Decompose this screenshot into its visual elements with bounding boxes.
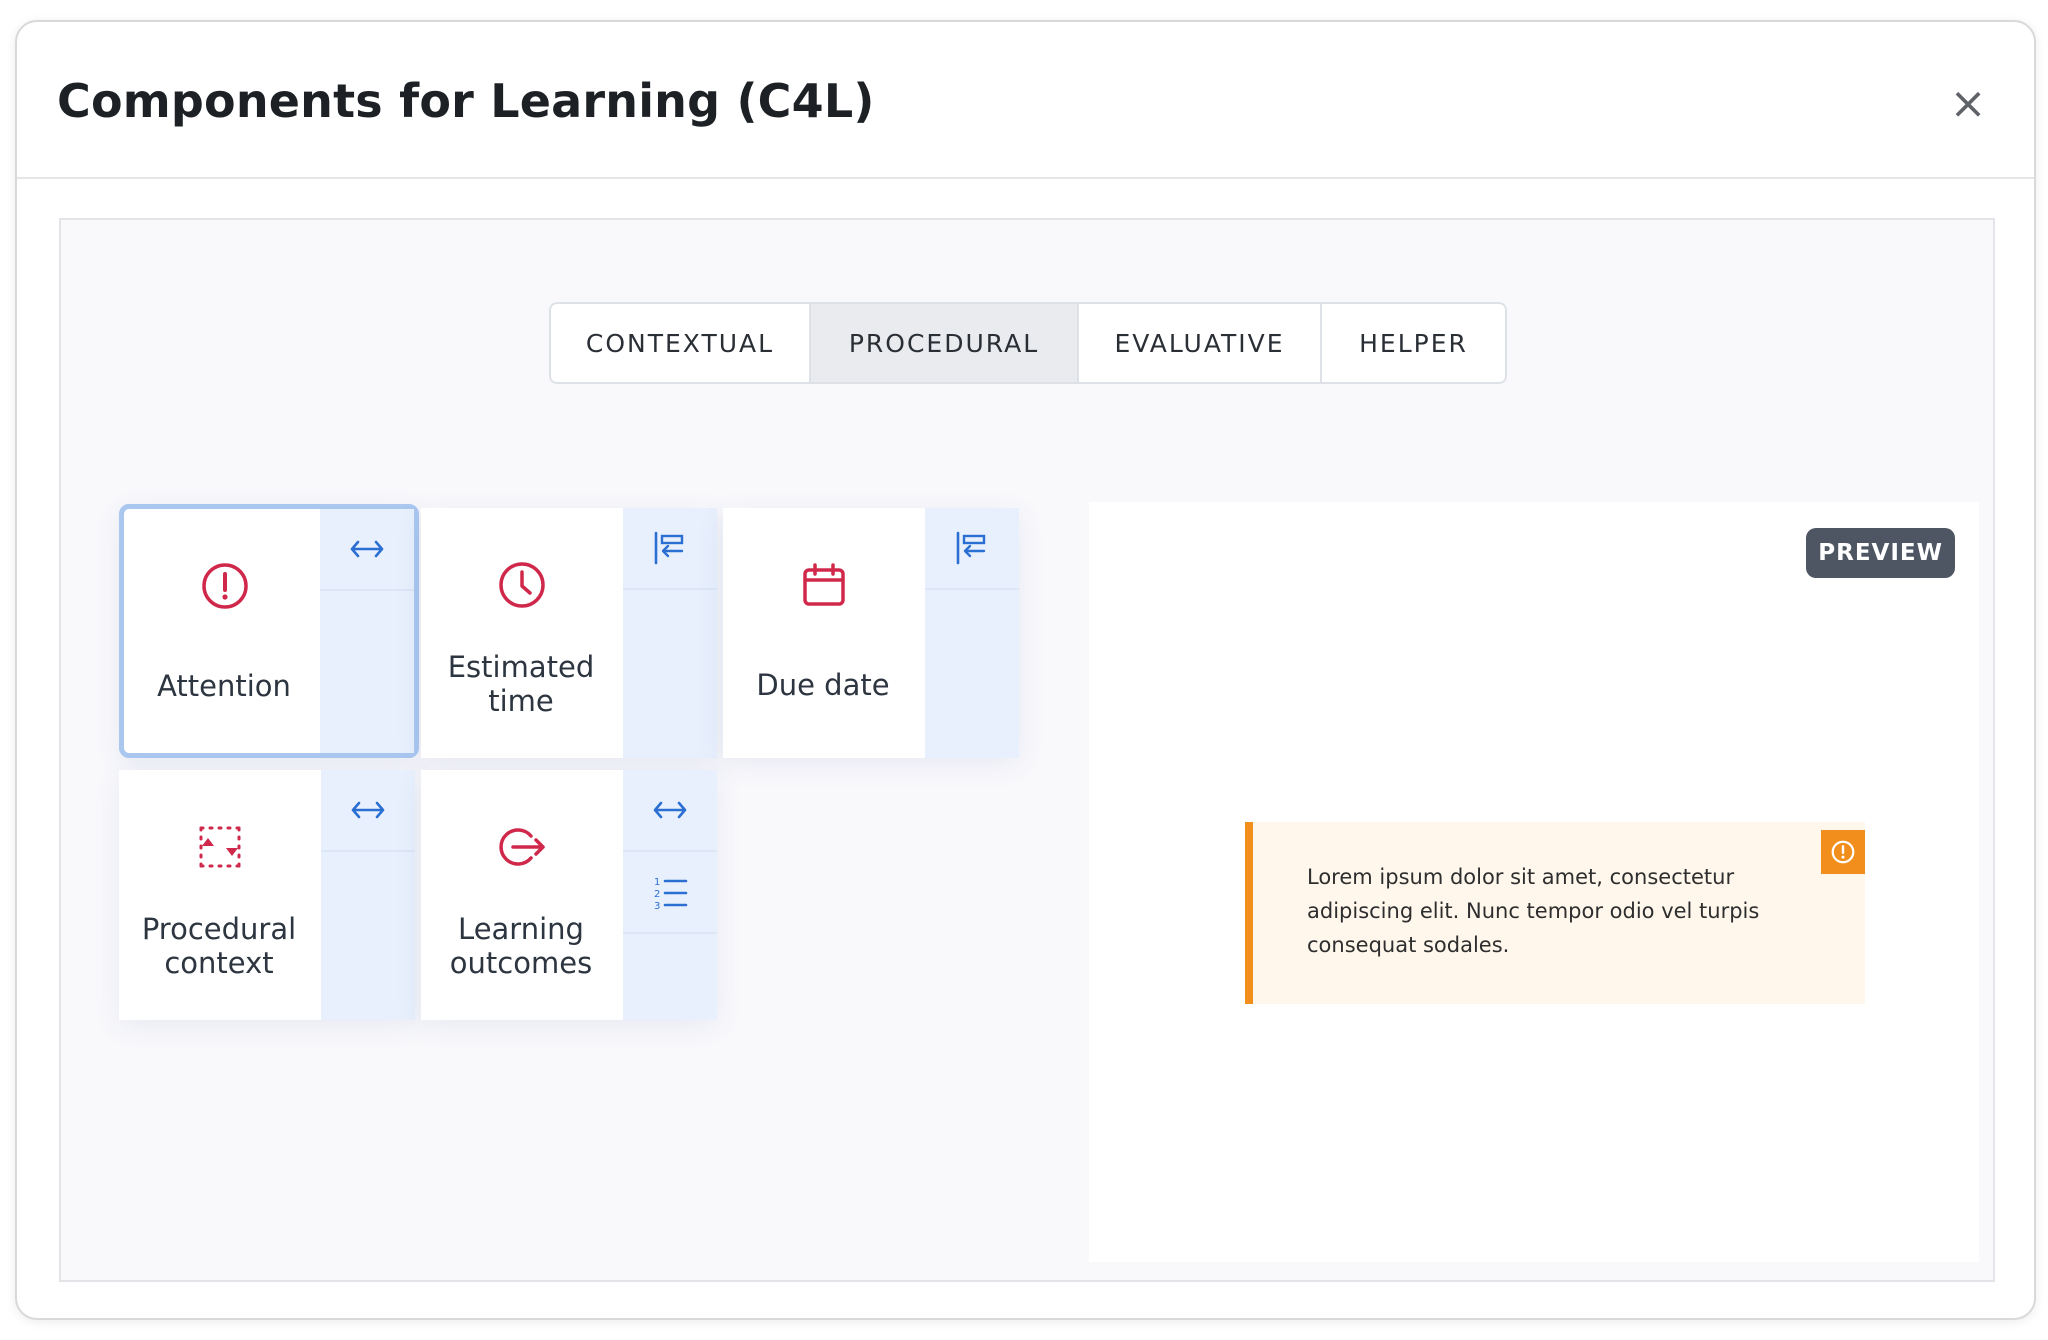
note-badge [1821,830,1865,874]
component-label: Procedural context [141,912,297,980]
component-variants [623,508,717,758]
alert-circle-icon [202,563,248,609]
component-procedural-context-button[interactable]: Procedural context [119,770,319,1020]
component-learning-outcomes-button[interactable]: Learning outcomes [421,770,621,1020]
component-card-learning-outcomes: Learning outcomes 1 2 3 [421,770,717,1020]
numbered-list-icon: 1 2 3 [654,877,688,911]
full-width-variant-button[interactable] [623,770,717,852]
component-card-due-date: Due date [723,508,1019,758]
attention-note-preview: Lorem ipsum dolor sit amet, consectetur … [1245,822,1865,1004]
align-left-icon [654,531,684,565]
component-card-procedural-context: Procedural context [119,770,415,1020]
arrows-horizontal-icon [653,801,687,819]
svg-text:3: 3 [654,901,660,911]
close-icon: × [1949,78,1987,129]
component-estimated-time-button[interactable]: Estimated time [421,508,621,758]
note-text: Lorem ipsum dolor sit amet, consectetur … [1307,865,1760,957]
svg-text:2: 2 [654,889,660,900]
component-variants: 1 2 3 [623,770,717,1020]
component-variants [320,509,414,753]
arrows-horizontal-icon [351,801,385,819]
modal-body: CONTEXTUAL PROCEDURAL EVALUATIVE HELPER … [59,218,1995,1282]
full-width-variant-button[interactable] [320,509,414,591]
inline-variant-button[interactable] [623,508,717,590]
category-tabs: CONTEXTUAL PROCEDURAL EVALUATIVE HELPER [549,302,1507,384]
component-variants [321,770,415,1020]
calendar-icon [803,563,845,606]
clock-icon [499,562,545,608]
component-label: Learning outcomes [449,912,593,980]
component-card-attention: Attention [119,504,419,758]
inline-variant-button[interactable] [925,508,1019,590]
list-variant-button[interactable]: 1 2 3 [623,852,717,934]
component-label: Attention [157,669,291,703]
align-left-icon [956,531,986,565]
procedural-context-icon [199,826,241,868]
alert-circle-icon [1831,840,1855,864]
component-label: Estimated time [447,650,595,718]
tab-procedural[interactable]: PROCEDURAL [811,304,1079,382]
c4l-modal: Components for Learning (C4L) × CONTEXTU… [15,20,2036,1320]
arrows-horizontal-icon [350,540,384,558]
component-due-date-button[interactable]: Due date [723,508,923,758]
component-variants [925,508,1019,758]
svg-text:1: 1 [654,877,660,888]
component-label: Due date [756,668,890,702]
modal-title: Components for Learning (C4L) [57,74,875,128]
component-card-estimated-time: Estimated time [421,508,717,758]
component-attention-button[interactable]: Attention [124,509,324,753]
tab-evaluative[interactable]: EVALUATIVE [1079,304,1322,382]
preview-panel: PREVIEW Lorem ipsum dolor sit amet, cons… [1089,502,1979,1262]
sign-out-icon [499,828,545,866]
preview-badge: PREVIEW [1806,528,1955,578]
tab-contextual[interactable]: CONTEXTUAL [551,304,811,382]
full-width-variant-button[interactable] [321,770,415,852]
tab-helper[interactable]: HELPER [1322,304,1505,382]
modal-header: Components for Learning (C4L) × [17,22,2034,179]
close-button[interactable]: × [1946,82,1990,126]
